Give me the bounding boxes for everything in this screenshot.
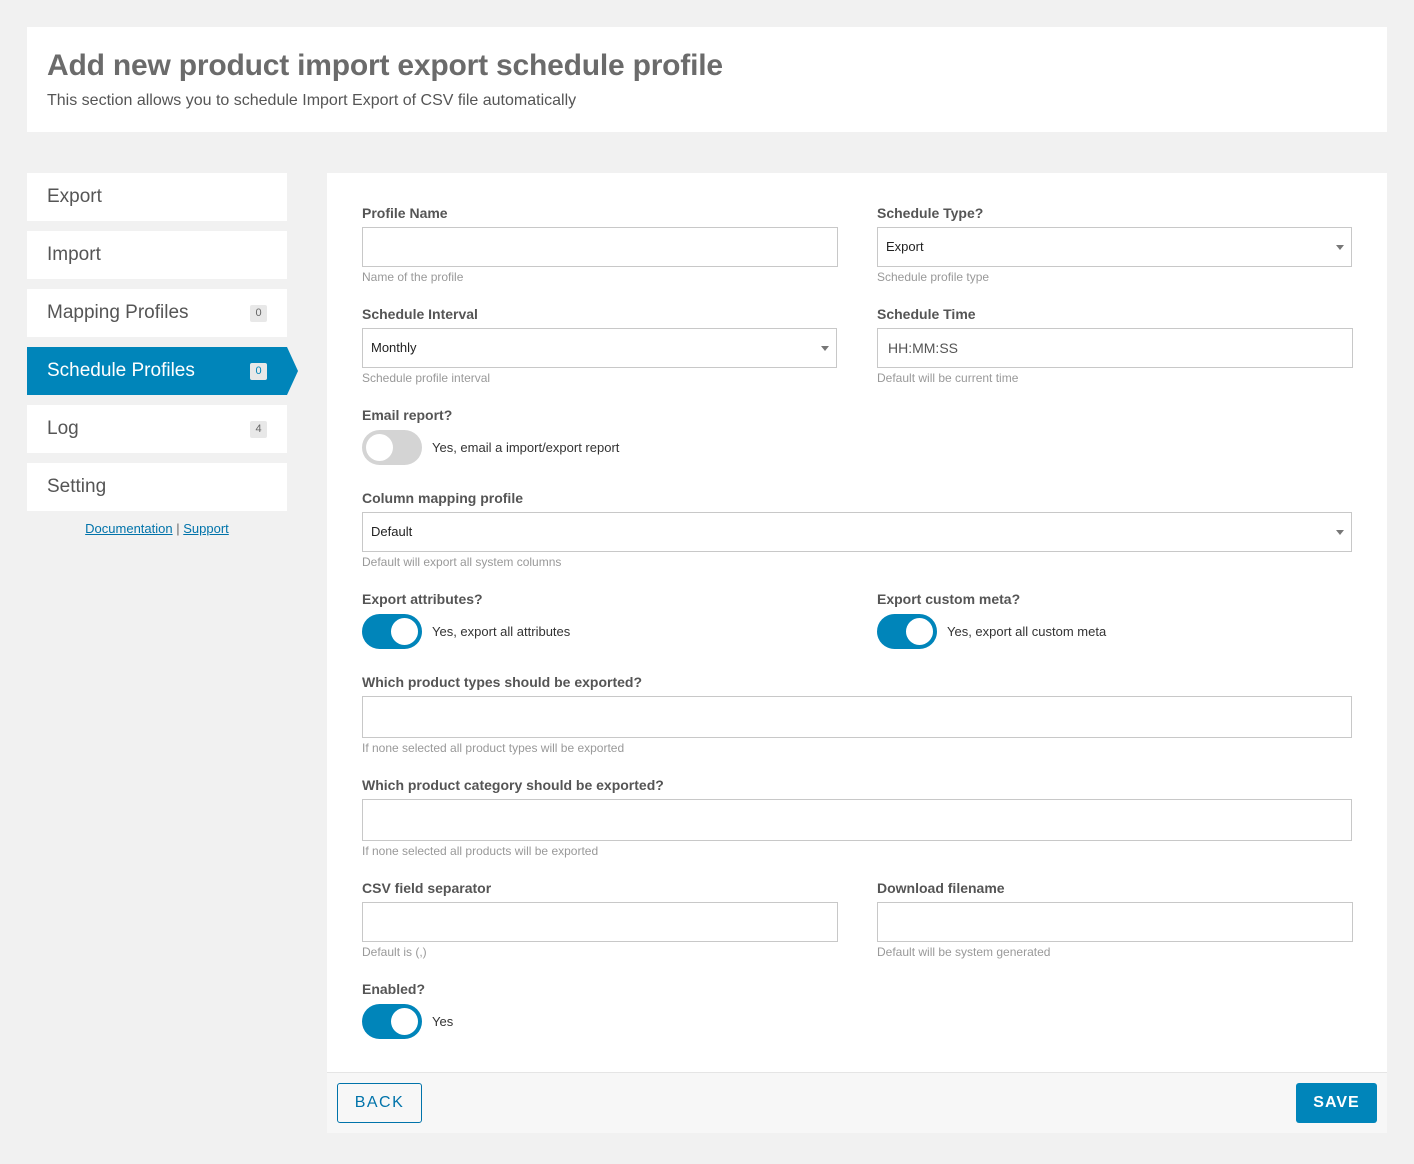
email-report-toggle-text: Yes, email a import/export report [432, 440, 620, 455]
schedule-interval-select[interactable]: Monthly [362, 328, 837, 368]
schedule-interval-field: Schedule Interval Monthly Schedule profi… [362, 305, 837, 385]
enabled-toggle-text: Yes [432, 1014, 454, 1029]
profile-name-label: Profile Name [362, 205, 448, 221]
csv-separator-label: CSV field separator [362, 880, 492, 896]
column-mapping-label: Column mapping profile [362, 490, 523, 506]
column-mapping-value: Default [371, 524, 413, 539]
sidebar-item-label: Log [47, 418, 79, 439]
sidebar-links: Documentation | Support [27, 521, 287, 536]
sidebar-nav: Export Import Mapping Profiles 0 Schedul… [27, 173, 298, 536]
page-title: Add new product import export schedule p… [47, 49, 723, 82]
chevron-down-icon [821, 346, 829, 351]
sidebar-item-label: Mapping Profiles [47, 302, 189, 323]
schedule-interval-help: Schedule profile interval [362, 371, 491, 385]
column-mapping-field: Column mapping profile Default Default w… [362, 489, 1352, 569]
column-mapping-help: Default will export all system columns [362, 555, 562, 569]
sidebar-item-mapping-profiles[interactable]: Mapping Profiles 0 [27, 289, 287, 337]
toggle-knob [366, 434, 393, 461]
schedule-type-label: Schedule Type? [877, 205, 984, 221]
export-attributes-toggle[interactable] [362, 614, 422, 649]
chevron-down-icon [1336, 530, 1344, 535]
schedule-type-field: Schedule Type? Export Schedule profile t… [877, 204, 1352, 284]
sidebar-item-label: Import [47, 244, 101, 265]
support-link[interactable]: Support [183, 521, 229, 536]
schedule-type-help: Schedule profile type [877, 270, 990, 284]
documentation-link[interactable]: Documentation [85, 521, 172, 536]
profile-name-input[interactable] [362, 227, 838, 267]
product-types-input[interactable] [362, 696, 1352, 738]
sidebar-item-label: Schedule Profiles [47, 360, 195, 381]
download-filename-label: Download filename [877, 880, 1005, 896]
csv-separator-input[interactable] [362, 902, 838, 942]
page-header: Add new product import export schedule p… [27, 27, 1387, 132]
schedule-time-field: Schedule Time HH:MM:SS Default will be c… [877, 305, 1353, 385]
csv-separator-help: Default is (,) [362, 945, 427, 959]
sidebar-item-label: Export [47, 186, 102, 207]
product-category-label: Which product category should be exporte… [362, 777, 664, 793]
export-custom-meta-field: Export custom meta? Yes, export all cust… [877, 590, 1353, 649]
enabled-label: Enabled? [362, 981, 426, 997]
sidebar-item-import[interactable]: Import [27, 231, 287, 279]
export-custom-meta-toggle[interactable] [877, 614, 937, 649]
count-badge: 0 [250, 305, 267, 322]
toggle-knob [391, 1008, 418, 1035]
email-report-field: Email report? Yes, email a import/export… [362, 406, 838, 465]
profile-name-field: Profile Name Name of the profile [362, 204, 838, 284]
sidebar-item-log[interactable]: Log 4 [27, 405, 287, 453]
schedule-profile-form: Profile Name Name of the profile Schedul… [327, 173, 1387, 1133]
download-filename-input[interactable] [877, 902, 1353, 942]
count-badge: 4 [250, 421, 267, 438]
schedule-time-help: Default will be current time [877, 371, 1019, 385]
schedule-interval-label: Schedule Interval [362, 306, 478, 322]
sidebar-item-label: Setting [47, 476, 107, 497]
email-report-label: Email report? [362, 407, 453, 423]
toggle-knob [391, 618, 418, 645]
schedule-type-value: Export [886, 239, 924, 254]
sidebar-item-setting[interactable]: Setting [27, 463, 287, 511]
product-types-label: Which product types should be exported? [362, 674, 643, 690]
page-subtitle: This section allows you to schedule Impo… [47, 92, 577, 109]
product-types-help: If none selected all product types will … [362, 741, 625, 755]
product-category-input[interactable] [362, 799, 1352, 841]
export-attributes-field: Export attributes? Yes, export all attri… [362, 590, 838, 649]
schedule-time-input[interactable]: HH:MM:SS [877, 328, 1353, 368]
toggle-knob [906, 618, 933, 645]
schedule-interval-value: Monthly [371, 340, 417, 355]
count-badge: 0 [250, 363, 267, 380]
export-custom-meta-label: Export custom meta? [877, 591, 1021, 607]
form-footer: BACK SAVE [327, 1072, 1387, 1133]
chevron-down-icon [1336, 245, 1344, 250]
back-button[interactable]: BACK [337, 1083, 422, 1123]
export-attributes-toggle-text: Yes, export all attributes [432, 624, 571, 639]
sidebar-item-schedule-profiles[interactable]: Schedule Profiles 0 [27, 347, 298, 395]
download-filename-help: Default will be system generated [877, 945, 1051, 959]
product-category-field: Which product category should be exporte… [362, 776, 1352, 858]
link-separator: | [176, 521, 180, 536]
schedule-time-label: Schedule Time [877, 306, 976, 322]
product-category-help: If none selected all products will be ex… [362, 844, 599, 858]
email-report-toggle[interactable] [362, 430, 422, 465]
enabled-field: Enabled? Yes [362, 980, 838, 1039]
schedule-type-select[interactable]: Export [877, 227, 1352, 267]
product-types-field: Which product types should be exported? … [362, 673, 1352, 755]
csv-separator-field: CSV field separator Default is (,) [362, 879, 838, 959]
column-mapping-select[interactable]: Default [362, 512, 1352, 552]
profile-name-help: Name of the profile [362, 270, 464, 284]
download-filename-field: Download filename Default will be system… [877, 879, 1353, 959]
save-button[interactable]: SAVE [1296, 1083, 1377, 1123]
export-custom-meta-toggle-text: Yes, export all custom meta [947, 624, 1107, 639]
sidebar-item-export[interactable]: Export [27, 173, 287, 221]
schedule-time-placeholder: HH:MM:SS [888, 340, 958, 356]
export-attributes-label: Export attributes? [362, 591, 483, 607]
enabled-toggle[interactable] [362, 1004, 422, 1039]
